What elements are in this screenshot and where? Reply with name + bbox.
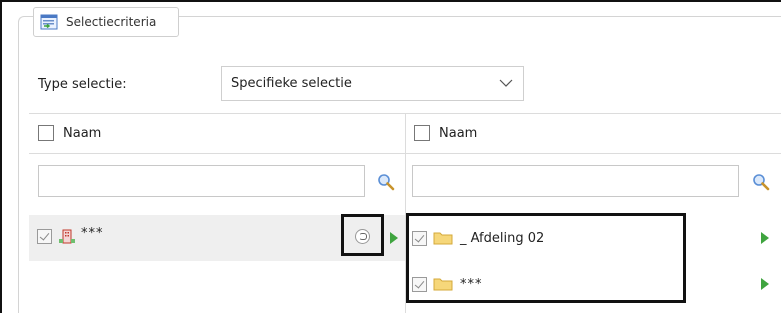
left-search-icon[interactable] <box>377 173 395 191</box>
left-column-label: Naam <box>63 125 102 141</box>
right-select-all-checkbox[interactable] <box>414 125 430 141</box>
left-search-input[interactable] <box>38 165 365 197</box>
type-selection-label: Type selectie: <box>38 77 127 92</box>
type-selection-dropdown[interactable]: Specifieke selectie <box>221 66 524 101</box>
list-window-icon <box>40 14 58 30</box>
left-select-all-checkbox[interactable] <box>38 125 54 141</box>
row-checkbox[interactable] <box>37 229 52 244</box>
left-column-header: Naam <box>38 125 101 141</box>
right-search-icon[interactable] <box>752 173 770 191</box>
chevron-down-icon <box>499 76 513 90</box>
right-search-input[interactable] <box>412 165 739 197</box>
highlighted-action-region <box>341 214 384 256</box>
play-arrow-icon[interactable] <box>390 232 398 244</box>
expand-children-button[interactable] <box>355 229 370 244</box>
group-legend: Selectiecriteria <box>33 7 179 37</box>
highlighted-rows-region <box>406 213 686 303</box>
play-arrow-icon[interactable] <box>761 278 769 290</box>
play-arrow-icon[interactable] <box>761 232 769 244</box>
row-name: *** <box>81 226 104 241</box>
right-column-label: Naam <box>439 125 478 141</box>
organization-building-icon <box>58 227 76 245</box>
type-selection-value: Specifieke selectie <box>231 76 352 91</box>
right-column-header: Naam <box>414 125 477 141</box>
group-title: Selectiecriteria <box>66 15 157 29</box>
